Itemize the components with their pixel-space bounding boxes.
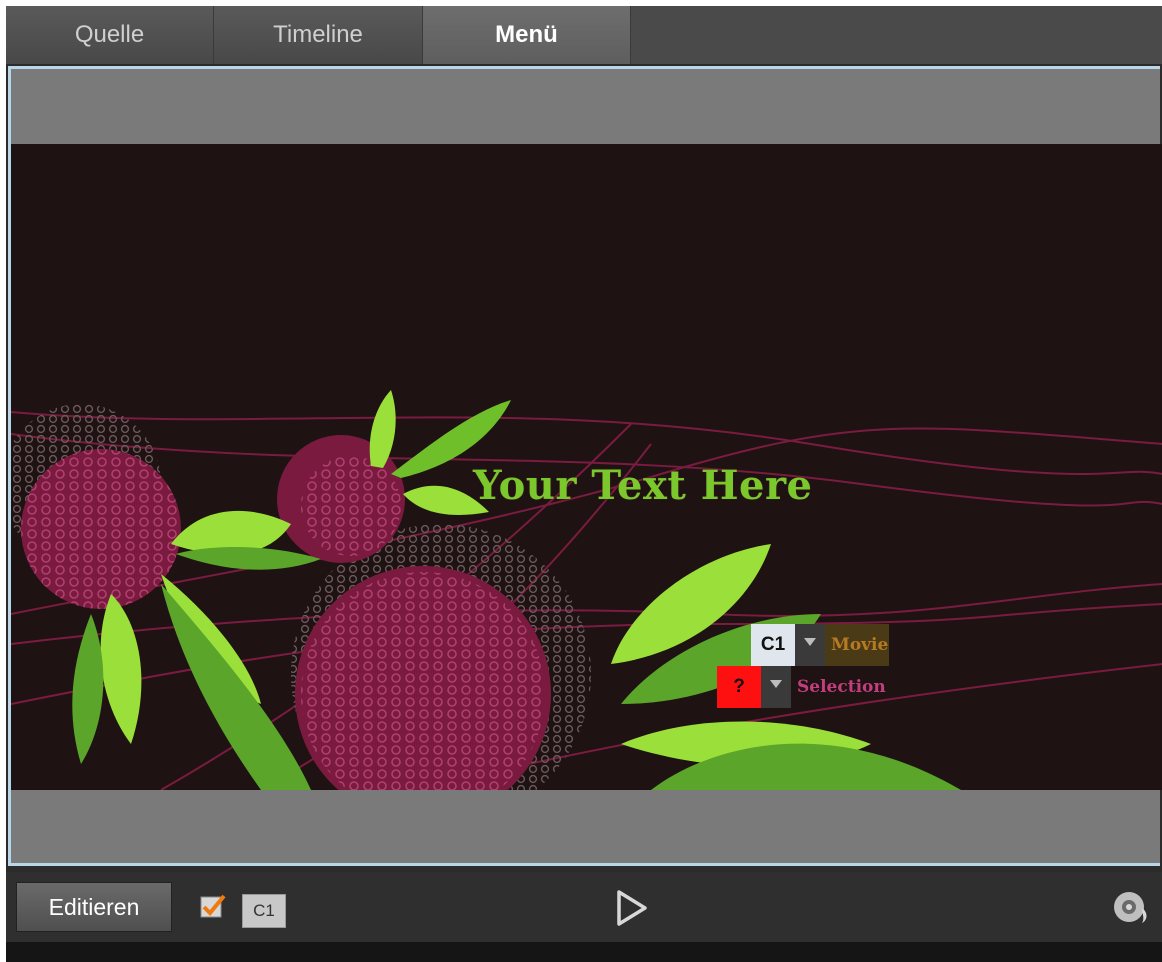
- tab-timeline[interactable]: Timeline: [214, 6, 423, 64]
- unlinked-button-badge[interactable]: ?: [717, 666, 761, 708]
- chapter-link-badge[interactable]: C1: [751, 624, 795, 666]
- disc-burn-icon[interactable]: [1112, 890, 1152, 924]
- app-window: Quelle Timeline Menü Your Text Here C1 M…: [6, 6, 1162, 962]
- chapter-dropdown-arrow[interactable]: [795, 624, 825, 666]
- tab-bar: Quelle Timeline Menü: [6, 6, 1162, 64]
- checkbox-checked-icon[interactable]: [200, 894, 226, 920]
- menu-title-text[interactable]: Your Text Here: [473, 462, 812, 509]
- menu-button-label: Selection: [797, 677, 886, 697]
- bottom-toolbar: Editieren C1: [6, 872, 1162, 942]
- edit-button[interactable]: Editieren: [16, 882, 172, 932]
- menu-button-selection[interactable]: ? Selection: [717, 666, 892, 708]
- chapter-selector[interactable]: C1: [242, 894, 286, 928]
- tab-quelle[interactable]: Quelle: [6, 6, 214, 64]
- menu-button-movie[interactable]: C1 Movie: [751, 624, 889, 666]
- tab-menu[interactable]: Menü: [423, 6, 631, 64]
- status-bar: [6, 942, 1162, 962]
- menu-preview-canvas[interactable]: Your Text Here C1 Movie ? Selection: [11, 144, 1162, 790]
- menu-button-label: Movie: [825, 624, 889, 666]
- play-icon[interactable]: [615, 888, 649, 928]
- chapter-dropdown-arrow[interactable]: [761, 666, 791, 708]
